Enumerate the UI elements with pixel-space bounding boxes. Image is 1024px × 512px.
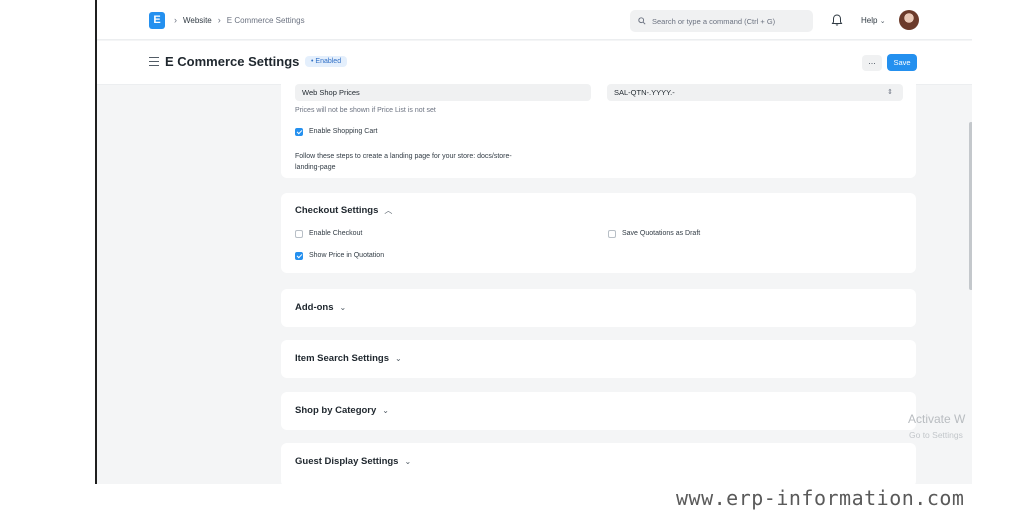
app-logo[interactable]: E	[149, 12, 165, 29]
chevron-down-icon: ⌄	[404, 457, 412, 466]
guest-display-settings-section[interactable]: Guest Display Settings ⌄	[281, 443, 916, 484]
checkout-settings-title: Checkout Settings	[295, 205, 379, 216]
guest-display-settings-header[interactable]: Guest Display Settings ⌄	[295, 456, 411, 467]
checkout-settings-card: Checkout Settings ︿ Enable Checkout Save…	[281, 193, 916, 273]
app-window: E › Website › E Commerce Settings Search…	[95, 0, 972, 484]
chevron-right-icon: ›	[174, 15, 177, 25]
breadcrumb-current[interactable]: E Commerce Settings	[227, 16, 305, 25]
shopping-cart-card: Web Shop Prices SAL-QTN-.YYYY.- ⇕ Prices…	[281, 78, 916, 178]
scrollbar-thumb[interactable]	[969, 122, 972, 290]
show-price-quotation-label: Show Price in Quotation	[309, 252, 385, 259]
search-icon	[638, 17, 646, 25]
landing-page-line1: Follow these steps to create a landing p…	[295, 153, 512, 160]
page-title: E Commerce Settings	[165, 54, 300, 69]
site-url-watermark: www.erp-information.com	[676, 486, 965, 510]
price-list-field[interactable]: Web Shop Prices	[295, 84, 591, 101]
enable-checkout-checkbox[interactable]	[295, 230, 303, 238]
help-menu[interactable]: Help ⌄	[861, 16, 886, 25]
activate-windows-watermark: Activate W	[908, 412, 966, 426]
addons-title: Add-ons	[295, 302, 334, 313]
item-search-settings-title: Item Search Settings	[295, 353, 389, 364]
chevron-down-icon: ⌄	[394, 354, 402, 363]
item-search-settings-header[interactable]: Item Search Settings ⌄	[295, 353, 402, 364]
guest-display-settings-title: Guest Display Settings	[295, 456, 399, 467]
item-search-settings-section[interactable]: Item Search Settings ⌄	[281, 340, 916, 378]
activate-windows-subtext: Go to Settings	[909, 430, 963, 440]
price-list-help: Prices will not be shown if Price List i…	[295, 107, 436, 114]
chevron-down-icon: ⌄	[382, 406, 389, 415]
breadcrumb: › Website › E Commerce Settings	[174, 15, 305, 25]
enable-shopping-cart-checkbox[interactable]	[295, 128, 303, 136]
chevron-up-icon: ︿	[384, 206, 393, 215]
save-button[interactable]: Save	[887, 54, 917, 71]
chevron-down-icon: ⌄	[339, 303, 347, 312]
more-actions-button[interactable]: ...	[862, 55, 882, 71]
screenshot-stage: E › Website › E Commerce Settings Search…	[0, 0, 1024, 512]
navbar: E › Website › E Commerce Settings Search…	[97, 0, 972, 40]
select-arrows-icon: ⇕	[887, 89, 893, 96]
save-quotations-draft-label: Save Quotations as Draft	[622, 230, 701, 237]
avatar[interactable]	[899, 10, 919, 30]
search-placeholder: Search or type a command (Ctrl + G)	[652, 16, 776, 26]
search-input[interactable]: Search or type a command (Ctrl + G)	[630, 10, 813, 32]
shop-by-category-header[interactable]: Shop by Category ⌄	[295, 405, 389, 416]
shop-by-category-title: Shop by Category	[295, 405, 377, 416]
landing-page-link[interactable]: landing-page	[295, 164, 335, 171]
breadcrumb-website[interactable]: Website	[183, 16, 212, 25]
landing-page-text: Follow these steps to create a landing p…	[295, 151, 595, 173]
quotation-series-value: SAL-QTN-.YYYY.-	[614, 88, 675, 97]
enable-checkout-label: Enable Checkout	[309, 230, 363, 237]
chevron-down-icon: ⌄	[879, 18, 886, 25]
addons-header[interactable]: Add-ons ⌄	[295, 302, 346, 313]
hamburger-icon[interactable]	[149, 57, 159, 66]
enable-shopping-cart-label: Enable Shopping Cart	[309, 128, 378, 135]
addons-section[interactable]: Add-ons ⌄	[281, 289, 916, 327]
help-label: Help	[861, 16, 878, 25]
status-badge: • Enabled	[305, 56, 348, 67]
quotation-series-field[interactable]: SAL-QTN-.YYYY.- ⇕	[607, 84, 903, 101]
shop-by-category-section[interactable]: Shop by Category ⌄	[281, 392, 916, 430]
chevron-right-icon: ›	[217, 15, 221, 25]
show-price-quotation-checkbox[interactable]	[295, 252, 303, 260]
checkout-settings-header[interactable]: Checkout Settings ︿	[295, 205, 392, 216]
bell-icon[interactable]	[830, 13, 844, 27]
save-quotations-draft-checkbox[interactable]	[608, 230, 616, 238]
